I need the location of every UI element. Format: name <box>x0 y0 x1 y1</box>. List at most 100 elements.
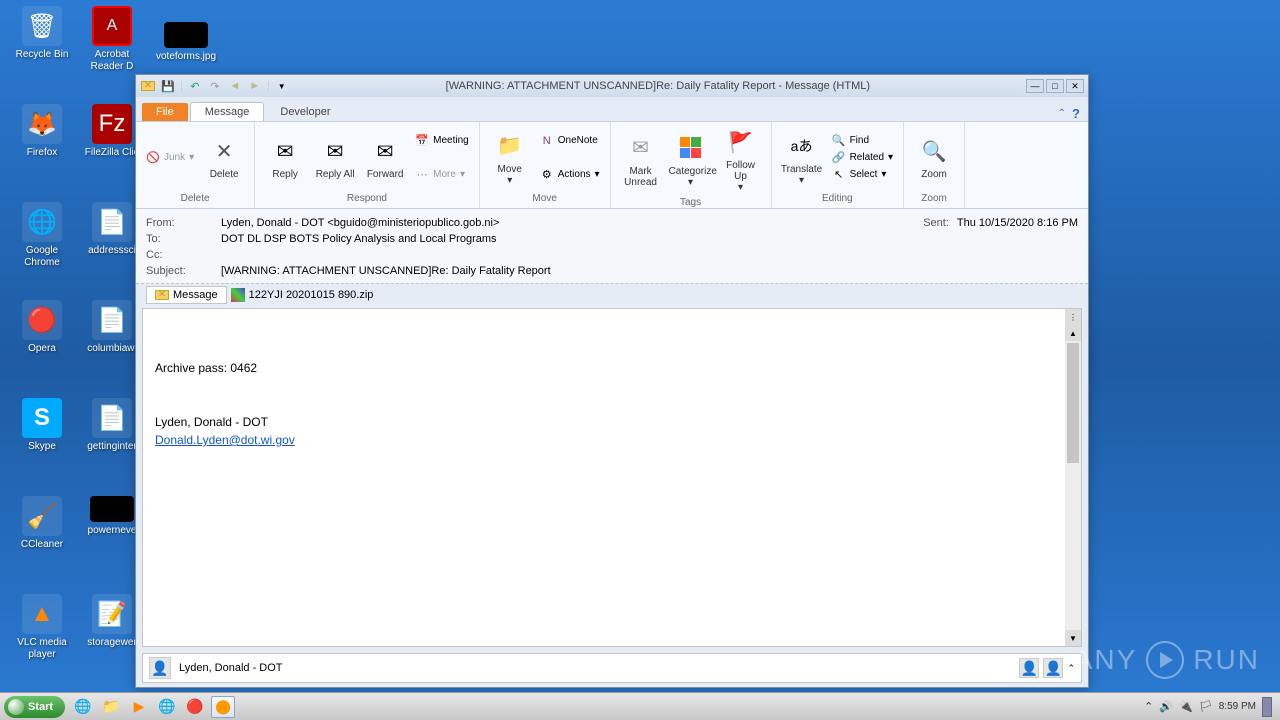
junk-icon: 🚫 <box>146 151 160 165</box>
desktop-icon-recyclebin[interactable]: 🗑Recycle Bin <box>10 6 74 61</box>
junk-button[interactable]: 🚫Junk ▾ <box>142 150 198 166</box>
scroll-options-icon[interactable]: ⋮ <box>1065 309 1081 325</box>
select-button[interactable]: ↖Select ▾ <box>828 167 898 183</box>
body-signature-email[interactable]: Donald.Lyden@dot.wi.gov <box>155 433 295 447</box>
next-icon[interactable]: ► <box>247 78 263 94</box>
ribbon-group-zoom: 🔍Zoom Zoom <box>904 122 965 208</box>
desktop-icon-vlc[interactable]: ▲VLC media player <box>10 594 74 661</box>
redo-icon[interactable]: ↷ <box>207 78 223 94</box>
forward-icon: ✉ <box>369 135 401 167</box>
tab-developer[interactable]: Developer <box>266 103 344 121</box>
tray-clock[interactable]: 8:59 PM <box>1219 701 1256 712</box>
tray-expand-icon[interactable]: ⌃ <box>1144 700 1153 713</box>
desktop-icon-firefox[interactable]: 🦊Firefox <box>10 104 74 159</box>
meeting-button[interactable]: 📅Meeting <box>411 133 473 149</box>
save-icon[interactable]: 💾 <box>160 78 176 94</box>
vlc-icon: ▲ <box>22 594 62 634</box>
avatar-thumb[interactable]: 👤 <box>1019 658 1039 678</box>
sent-value: Thu 10/15/2020 8:16 PM <box>957 217 1078 229</box>
onenote-button[interactable]: NOneNote <box>536 133 604 149</box>
email-headers: From: Lyden, Donald - DOT <bguido@minist… <box>136 209 1088 283</box>
tray-network-icon[interactable]: 🔌 <box>1179 700 1193 713</box>
maximize-button[interactable]: □ <box>1046 79 1064 93</box>
actions-button[interactable]: ⚙Actions ▾ <box>536 167 604 183</box>
minimize-ribbon-icon[interactable]: ⌃ <box>1058 108 1066 119</box>
qat-dropdown-icon[interactable]: ▼ <box>274 78 290 94</box>
zoom-icon: 🔍 <box>918 135 950 167</box>
taskbar-media[interactable]: ▶ <box>127 696 151 718</box>
to-label: To: <box>146 233 221 245</box>
ribbon: 🚫Junk ▾ ✕Delete Delete ✉Reply ✉Reply All… <box>136 121 1088 209</box>
reply-button[interactable]: ✉Reply <box>261 133 309 182</box>
acrobat-icon: A <box>92 6 132 46</box>
show-desktop-button[interactable] <box>1262 697 1272 717</box>
reply-icon: ✉ <box>269 135 301 167</box>
desktop-icon-skype[interactable]: SSkype <box>10 398 74 453</box>
vertical-scrollbar[interactable]: ⋮ ▲ ▼ <box>1065 309 1081 646</box>
ribbon-tabs: File Message Developer ⌃ ? <box>136 97 1088 121</box>
taskbar-ie[interactable]: 🌐 <box>71 696 95 718</box>
more-button[interactable]: ⋯More ▾ <box>411 167 473 183</box>
categorize-button[interactable]: Categorize▾ <box>667 130 715 190</box>
email-body-area: Archive pass: 0462 Lyden, Donald - DOT D… <box>142 308 1082 647</box>
desktop-icon-voteforms[interactable]: voteforms.jpg <box>154 22 218 63</box>
move-icon: 📁 <box>494 130 526 162</box>
minimize-button[interactable]: — <box>1026 79 1044 93</box>
attachment-row: Message 122YJI 20201015 890.zip <box>136 283 1088 308</box>
taskbar-outlook[interactable]: ⬤ <box>211 696 235 718</box>
message-tab[interactable]: Message <box>146 286 227 304</box>
to-value: DOT DL DSP BOTS Policy Analysis and Loca… <box>221 233 1078 245</box>
undo-icon[interactable]: ↶ <box>187 78 203 94</box>
expand-people-icon[interactable]: ⌃ <box>1067 663 1075 674</box>
close-button[interactable]: ✕ <box>1066 79 1084 93</box>
ribbon-group-tags: ✉Mark Unread Categorize▾ 🚩Follow Up▾ Tag… <box>611 122 772 208</box>
delete-button[interactable]: ✕Delete <box>200 133 248 182</box>
zip-icon <box>231 288 245 302</box>
cc-label: Cc: <box>146 249 221 261</box>
categorize-icon <box>675 132 707 164</box>
people-pane: 👤 Lyden, Donald - DOT 👤 👤 ⌃ <box>142 653 1082 683</box>
follow-up-button[interactable]: 🚩Follow Up▾ <box>717 124 765 195</box>
mark-unread-button[interactable]: ✉Mark Unread <box>617 130 665 190</box>
desktop-icon-opera[interactable]: 🔴Opera <box>10 300 74 355</box>
avatar-thumb[interactable]: 👤 <box>1043 658 1063 678</box>
reply-all-button[interactable]: ✉Reply All <box>311 133 359 182</box>
scroll-thumb[interactable] <box>1067 343 1079 463</box>
people-name: Lyden, Donald - DOT <box>179 662 283 674</box>
chrome-icon: 🌐 <box>22 202 62 242</box>
translate-icon: aあ <box>786 130 818 162</box>
tab-message[interactable]: Message <box>190 102 265 121</box>
cc-value <box>221 249 1078 261</box>
attachment-file[interactable]: 122YJI 20201015 890.zip <box>231 288 374 302</box>
ribbon-group-delete: 🚫Junk ▾ ✕Delete Delete <box>136 122 255 208</box>
image-file-icon <box>90 496 134 522</box>
tray-volume-icon[interactable]: 🔊 <box>1159 700 1173 713</box>
desktop-icon-acrobat[interactable]: AAcrobat Reader D <box>80 6 144 73</box>
start-button[interactable]: Start <box>4 696 65 718</box>
taskbar-opera[interactable]: 🔴 <box>183 696 207 718</box>
ccleaner-icon: 🧹 <box>22 496 62 536</box>
flag-icon: 🚩 <box>725 126 757 158</box>
desktop-icon-chrome[interactable]: 🌐Google Chrome <box>10 202 74 269</box>
previous-icon[interactable]: ◄ <box>227 78 243 94</box>
forward-button[interactable]: ✉Forward <box>361 133 409 182</box>
related-button[interactable]: 🔗Related ▾ <box>828 150 898 166</box>
scroll-down-icon[interactable]: ▼ <box>1065 630 1081 646</box>
scroll-up-icon[interactable]: ▲ <box>1065 325 1081 341</box>
file-icon: 📄 <box>92 202 132 242</box>
recycle-bin-icon: 🗑 <box>22 6 62 46</box>
translate-button[interactable]: aあTranslate▾ <box>778 128 826 188</box>
zoom-button[interactable]: 🔍Zoom <box>910 133 958 182</box>
email-body: Archive pass: 0462 Lyden, Donald - DOT D… <box>143 309 1065 646</box>
quick-access-toolbar: 💾 | ↶ ↷ ◄ ► | ▼ [WARNING: ATTACHMENT UNS… <box>136 75 1088 97</box>
help-icon[interactable]: ? <box>1072 106 1080 121</box>
taskbar-chrome[interactable]: 🌐 <box>155 696 179 718</box>
find-button[interactable]: 🔍Find <box>828 133 898 149</box>
tab-file[interactable]: File <box>142 103 188 121</box>
tray-flag-icon[interactable]: 🏳 <box>1199 700 1213 713</box>
taskbar-explorer[interactable]: 📁 <box>99 696 123 718</box>
taskbar: Start 🌐 📁 ▶ 🌐 🔴 ⬤ ⌃ 🔊 🔌 🏳 8:59 PM <box>0 692 1280 720</box>
outlook-icon <box>140 78 156 94</box>
move-button[interactable]: 📁Move▾ <box>486 128 534 188</box>
desktop-icon-ccleaner[interactable]: 🧹CCleaner <box>10 496 74 551</box>
